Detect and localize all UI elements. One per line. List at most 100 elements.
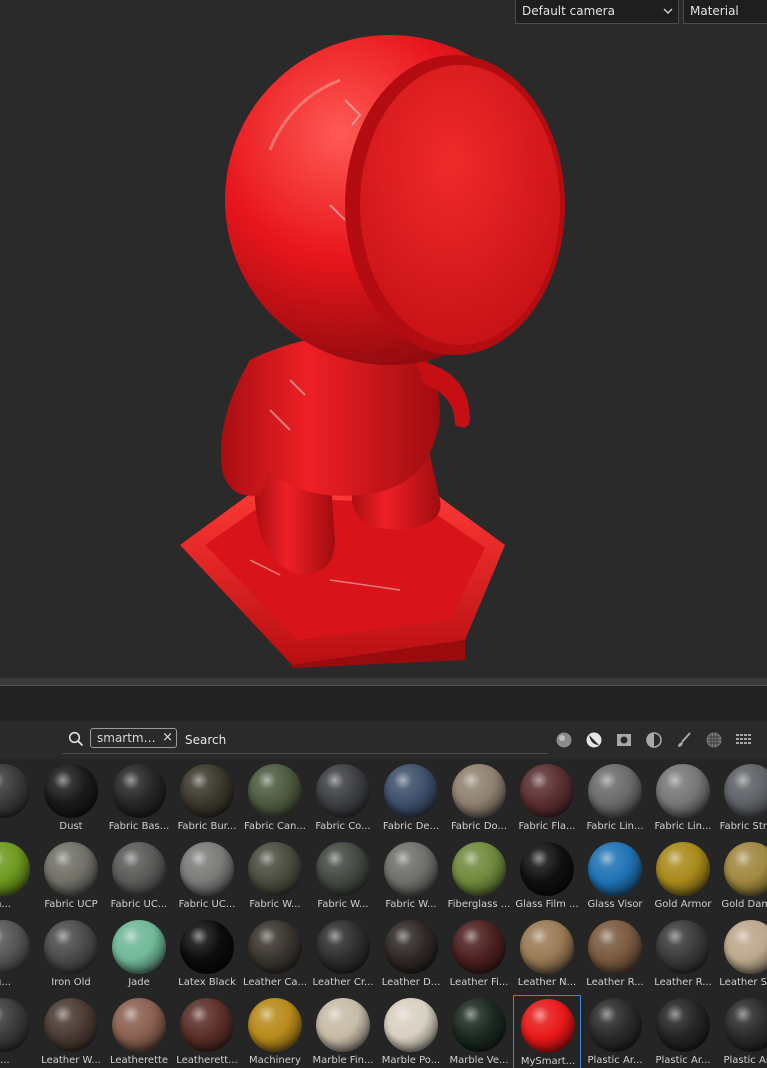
display-mode-dropdown[interactable]: Material [683,0,767,24]
material-preview-sphere [248,998,302,1052]
material-tile[interactable]: Leather W... [37,995,105,1068]
material-preview-sphere [316,998,370,1052]
material-tile[interactable]: Fabric Fla... [513,761,581,839]
material-tile-label: Marble Fin... [312,1055,374,1066]
material-tile[interactable]: Leather N... [513,917,581,995]
material-preview-sphere [521,999,575,1053]
material-tile[interactable]: Glass Film ... [513,839,581,917]
material-tile[interactable]: Fabric W... [309,839,377,917]
camera-dropdown[interactable]: Default camera [515,0,679,24]
grid-view-icon[interactable] [735,731,753,749]
material-tile-label: Fabric UCP [44,899,98,910]
material-tile[interactable]: Plastic Ar... [649,995,717,1068]
material-tile[interactable]: Iron Old [37,917,105,995]
material-tile[interactable]: Fabric W... [377,839,445,917]
material-tile[interactable]: Leather R... [581,917,649,995]
material-preview-sphere [44,920,98,974]
material-tile[interactable]: Dust [37,761,105,839]
material-preview-sphere [248,764,302,818]
material-tile[interactable]: Fabric W... [241,839,309,917]
material-tile-label: Glass Film ... [515,899,579,910]
material-tile-label: MySmart... [520,1056,576,1067]
material-tile[interactable]: Marble Po... [377,995,445,1068]
material-tile[interactable]: Fabric UC... [105,839,173,917]
material-tile[interactable]: Plastic Ar... [581,995,649,1068]
material-tile[interactable]: Gold Armor [649,839,717,917]
material-tile[interactable]: Glass Visor [581,839,649,917]
material-preview-sphere [180,842,234,896]
brush-icon[interactable] [675,731,693,749]
material-tile-label: Leather Fi... [449,977,509,988]
material-filter-icon[interactable] [555,731,573,749]
material-preview-sphere [452,998,506,1052]
texture-icon[interactable] [705,731,723,749]
material-tile[interactable]: Leatherette [105,995,173,1068]
material-tile[interactable]: g... [0,917,37,995]
search-filter-chip[interactable]: smartmat·· × [90,728,177,748]
material-tile[interactable]: Leather Fi... [445,917,513,995]
close-icon[interactable]: × [162,729,173,747]
material-tile-label: Fabric Lin... [654,821,712,832]
material-tile-label: Plastic Ar... [723,1055,767,1066]
material-preview-sphere [248,842,302,896]
viewport-3d[interactable]: Default camera Material [0,0,767,678]
material-tile[interactable]: Leatherett... [173,995,241,1068]
material-tile[interactable]: Leather Se... [717,917,767,995]
material-tile-label: Glass Visor [587,899,643,910]
material-preview-sphere [316,764,370,818]
material-preview-sphere [724,764,767,818]
material-preview-sphere [180,764,234,818]
material-tile[interactable]: Leather R... [649,917,717,995]
material-preview-sphere [656,998,710,1052]
material-tile-label: Dust [59,821,83,832]
material-tile-label: Leather W... [41,1055,101,1066]
material-tile-label: Fabric Stre... [719,821,767,832]
material-tile[interactable]: Fabric Do... [445,761,513,839]
material-tile[interactable] [0,761,37,839]
material-tile[interactable]: Plastic Ar... [717,995,767,1068]
material-tile[interactable]: Marble Ve... [445,995,513,1068]
search-icon[interactable] [68,731,84,747]
material-tile[interactable]: Fabric Lin... [649,761,717,839]
material-preview-sphere [384,842,438,896]
filter-generator-icon[interactable] [645,731,663,749]
material-tile-label: Iron Old [51,977,91,988]
material-tile[interactable]: Jade [105,917,173,995]
smart-material-filter-icon[interactable] [585,731,603,749]
material-tile[interactable]: n... [0,839,37,917]
material-tile[interactable]: Marble Fin... [309,995,377,1068]
material-tile[interactable]: Leather Cr... [309,917,377,995]
material-preview-sphere [44,764,98,818]
panel-divider[interactable] [0,678,767,686]
material-tile[interactable]: Leather Ca... [241,917,309,995]
material-preview-sphere [0,842,30,896]
material-tile[interactable]: Leather D... [377,917,445,995]
material-tile[interactable]: Fabric Lin... [581,761,649,839]
material-tile[interactable]: Fabric UCP [37,839,105,917]
material-preview-sphere [180,920,234,974]
material-tile-label: Fabric W... [385,899,437,910]
material-tile[interactable]: Latex Black [173,917,241,995]
material-tile[interactable]: Fabric Stre... [717,761,767,839]
material-tile[interactable]: Fabric De... [377,761,445,839]
material-tile[interactable]: Fabric Bur... [173,761,241,839]
material-tile[interactable]: Fabric UC... [173,839,241,917]
material-tile[interactable]: Fabric Can... [241,761,309,839]
material-tile[interactable]: MySmart... [513,995,581,1068]
material-tile-label: Fabric Co... [315,821,371,832]
material-tile[interactable]: Fabric Co... [309,761,377,839]
material-tile-label: Jade [128,977,150,988]
material-tile-label: Machinery [249,1055,301,1066]
material-tile[interactable]: Machinery [241,995,309,1068]
material-tile[interactable]: Fiberglass ... [445,839,513,917]
material-tile[interactable]: Fabric Bas... [105,761,173,839]
material-preview-sphere [520,920,574,974]
material-preview-sphere [44,842,98,896]
material-tile-label: Fabric W... [249,899,301,910]
material-tile-label: Latex Black [178,977,236,988]
mask-filter-icon[interactable] [615,731,633,749]
material-tile[interactable]: Gold Dam... [717,839,767,917]
material-preview-sphere [452,920,506,974]
material-tile[interactable]: t... [0,995,37,1068]
search-input[interactable]: Search [185,733,226,747]
